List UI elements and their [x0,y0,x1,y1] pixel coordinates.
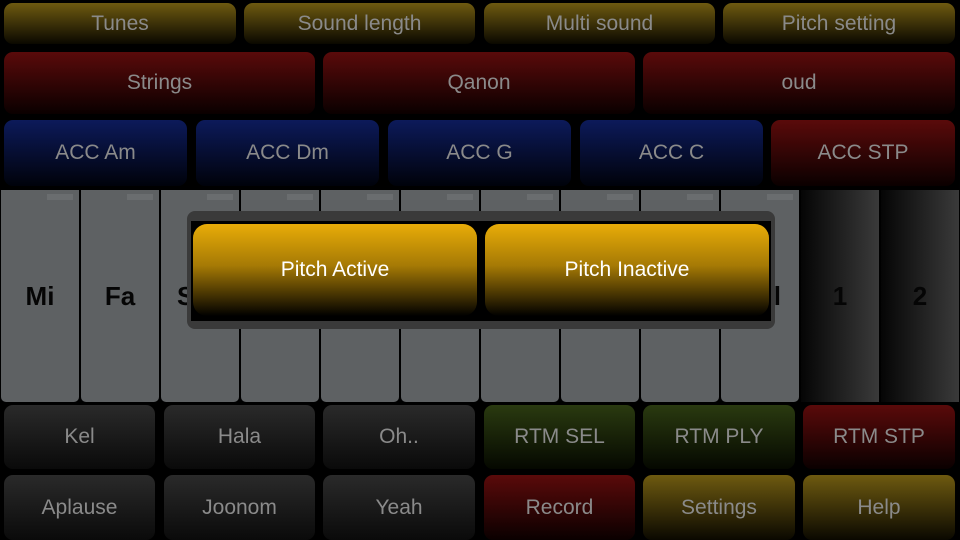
dark-key-2[interactable]: 2 [881,190,959,402]
oud-button[interactable]: oud [643,52,955,114]
help-button[interactable]: Help [803,475,955,540]
key-label: Fa [104,280,136,311]
record-button[interactable]: Record [484,475,635,540]
piano-key[interactable]: Fa [81,190,159,402]
sound-length-button[interactable]: Sound length [244,3,475,44]
key-label: 1 [832,280,848,311]
dark-key-1[interactable]: 1 [801,190,879,402]
kel-button[interactable]: Kel [4,405,155,469]
pitch-setting-button[interactable]: Pitch setting [723,3,955,44]
tunes-button[interactable]: Tunes [4,3,236,44]
acc-am-button[interactable]: ACC Am [4,120,187,186]
acc-c-button[interactable]: ACC C [580,120,763,186]
acc-g-button[interactable]: ACC G [388,120,571,186]
strings-button[interactable]: Strings [4,52,315,114]
multi-sound-button[interactable]: Multi sound [484,3,715,44]
aplause-button[interactable]: Aplause [4,475,155,540]
key-label: 2 [912,280,928,311]
pitch-active-button[interactable]: Pitch Active [193,224,477,316]
joonom-button[interactable]: Joonom [164,475,315,540]
yeah-button[interactable]: Yeah [323,475,475,540]
acc-stp-button[interactable]: ACC STP [771,120,955,186]
pitch-inactive-button[interactable]: Pitch Inactive [485,224,769,316]
rtm-sel-button[interactable]: RTM SEL [484,405,635,469]
settings-button[interactable]: Settings [643,475,795,540]
rtm-stp-button[interactable]: RTM STP [803,405,955,469]
qanon-button[interactable]: Qanon [323,52,635,114]
key-label: Mi [25,280,55,311]
hala-button[interactable]: Hala [164,405,315,469]
rtm-ply-button[interactable]: RTM PLY [643,405,795,469]
oh-button[interactable]: Oh.. [323,405,475,469]
piano-key[interactable]: Mi [1,190,79,402]
acc-dm-button[interactable]: ACC Dm [196,120,379,186]
pitch-dialog: Pitch Active Pitch Inactive [187,211,775,329]
